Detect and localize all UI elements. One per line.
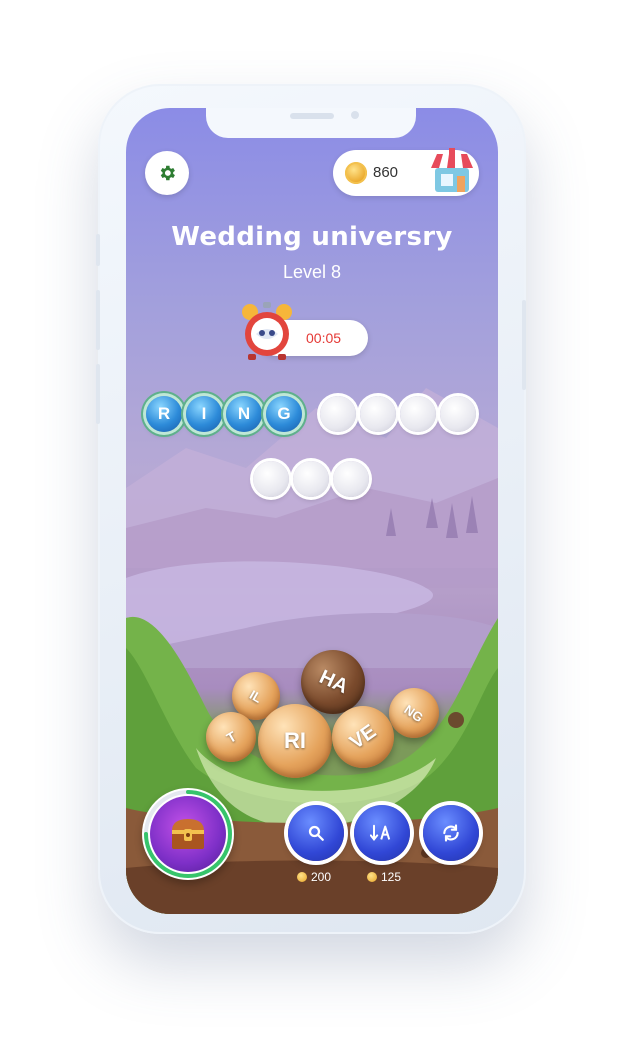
letter-ball-label: T (223, 727, 239, 747)
letter-ball[interactable]: NG (389, 688, 439, 738)
timer-value: 00:05 (306, 330, 342, 346)
word-tile-filled: R (146, 396, 182, 432)
word-tile-empty (360, 396, 396, 432)
word-tile-empty (400, 396, 436, 432)
coin-icon (297, 872, 307, 882)
word-tile-empty (253, 461, 289, 497)
sort-cost-value: 125 (381, 870, 402, 884)
phone-volume-down (96, 364, 100, 424)
shuffle-powerup-button[interactable] (423, 805, 479, 861)
coin-icon (345, 162, 367, 184)
search-cost-value: 200 (311, 870, 332, 884)
word-tile-empty (320, 396, 356, 432)
letter-ball[interactable]: T (206, 712, 256, 762)
phone-camera (351, 111, 359, 119)
shuffle-icon (443, 824, 459, 842)
search-powerup-button[interactable] (288, 805, 344, 861)
sort-powerup-button[interactable] (354, 805, 410, 861)
word-tile-filled: N (226, 396, 262, 432)
word-tile-empty (440, 396, 476, 432)
letter-ball-label: VE (345, 719, 380, 754)
phone-speaker (290, 113, 334, 119)
sort-icon (370, 824, 391, 842)
letter-ball[interactable]: HA (301, 650, 365, 714)
phone-volume-up (96, 290, 100, 350)
letter-ball-label: NG (401, 701, 427, 725)
letter-ball[interactable]: VE (332, 706, 394, 768)
treasure-chest-button[interactable] (142, 788, 234, 880)
level-label: Level 8 (282, 262, 342, 282)
alarm-clock-icon (242, 302, 292, 360)
settings-button[interactable] (145, 151, 189, 195)
coin-icon (367, 872, 377, 882)
puzzle-title: Wedding universry (171, 222, 453, 252)
treasure-chest-icon (172, 819, 204, 849)
word-tile-empty (333, 461, 369, 497)
letter-ball-label: IL (247, 686, 265, 706)
phone-power-button (522, 300, 526, 390)
shop-icon[interactable] (425, 148, 477, 196)
letter-ball-label: RI (284, 728, 306, 753)
sort-cost: 125 (367, 870, 401, 884)
word-tile-empty (293, 461, 329, 497)
word-tile-filled: I (186, 396, 222, 432)
coin-count: 860 (373, 164, 399, 181)
coin-balance[interactable]: 860 (333, 148, 479, 196)
gear-icon (160, 165, 175, 181)
word-tile-filled: G (266, 396, 302, 432)
letter-ball[interactable]: RI (258, 704, 332, 778)
chest-inner (150, 796, 226, 872)
phone-side-button (96, 234, 100, 266)
letter-ball-label: HA (315, 665, 351, 698)
search-cost: 200 (297, 870, 331, 884)
search-icon (308, 825, 324, 841)
